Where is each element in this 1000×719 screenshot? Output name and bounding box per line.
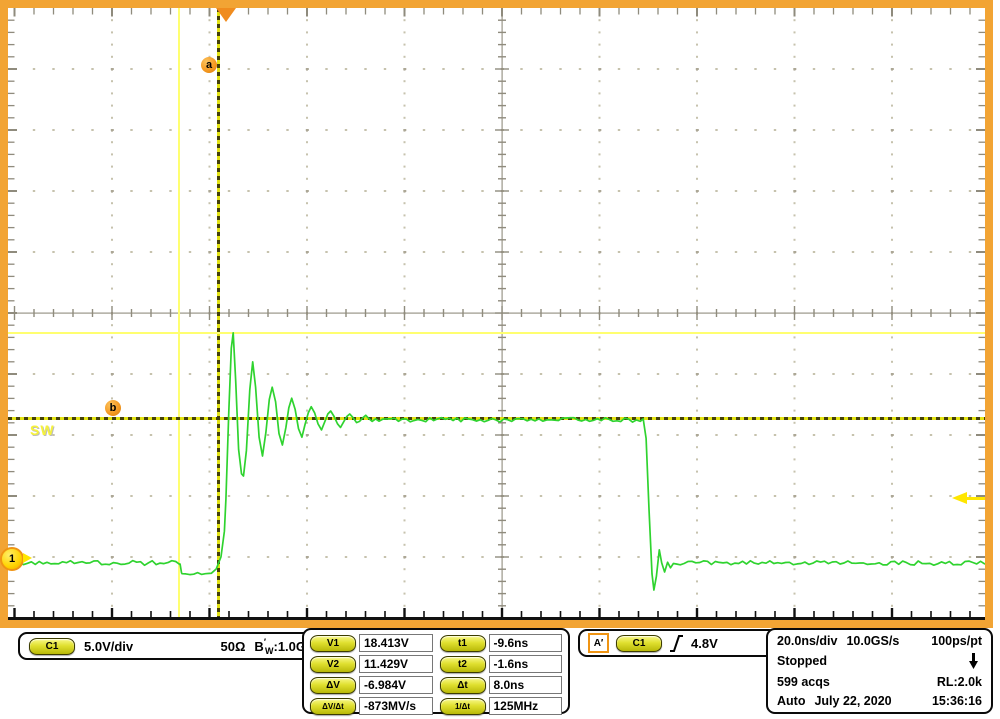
channel-c1-badge[interactable]: C1 xyxy=(29,638,75,655)
t2-badge: t2 xyxy=(440,656,486,673)
sample-rate-label: 10.0GS/s xyxy=(846,634,899,648)
graticule-border-bottom xyxy=(0,620,993,628)
one-over-dt-value: 125MHz xyxy=(489,697,563,715)
graticule-border-top xyxy=(0,0,993,8)
sw-net-label: SW xyxy=(30,422,55,438)
acq-row-status: Stopped xyxy=(777,653,982,669)
oscilloscope-screen: 1 a b SW C1 5.0V/div 50Ω B′W:1.0G V1 18.… xyxy=(0,0,1000,719)
date-label: July 22, 2020 xyxy=(814,694,891,708)
v2-badge: V2 xyxy=(310,656,356,673)
trigger-level-arrow[interactable] xyxy=(952,492,985,504)
graticule-border-left xyxy=(0,0,8,628)
channel-settings-box: C1 5.0V/div 50Ω B′W:1.0G xyxy=(18,632,320,660)
trigger-level-label: 4.8V xyxy=(691,636,718,651)
acq-row-timebase: 20.0ns/div 10.0GS/s 100ps/pt xyxy=(777,634,982,648)
acq-row-datetime: Auto July 22, 2020 15:36:16 xyxy=(777,694,982,708)
rising-edge-icon xyxy=(669,634,684,653)
channel-impedance-label: 50Ω xyxy=(221,639,246,654)
cursor-measurements-box: V1 18.413V t1 -9.6ns V2 11.429V t2 -1.6n… xyxy=(302,628,570,714)
t2-value: -1.6ns xyxy=(489,655,563,673)
waveform-ch1 xyxy=(8,333,985,590)
timebase-label: 20.0ns/div xyxy=(777,634,837,648)
measurement-row-v1: V1 18.413V xyxy=(310,634,433,652)
acquisitions-count-label: 599 acqs xyxy=(777,675,830,689)
channel1-arrow-icon xyxy=(23,553,32,563)
dvdt-badge: ΔV/Δt xyxy=(310,698,356,715)
acquisition-status-label: Stopped xyxy=(777,654,827,668)
measurement-row-dv: ΔV -6.984V xyxy=(310,676,433,694)
left-arrow-icon xyxy=(952,492,967,504)
v2-value: 11.429V xyxy=(359,655,433,673)
trigger-mode-label: Auto xyxy=(777,694,805,708)
t1-value: -9.6ns xyxy=(489,634,563,652)
down-arrow-icon xyxy=(969,653,978,669)
one-over-dt-badge: 1/Δt xyxy=(440,698,486,715)
dvdt-value: -873MV/s xyxy=(359,697,433,715)
annotation-bubble-a: a xyxy=(201,57,217,73)
measurement-row-t1: t1 -9.6ns xyxy=(440,634,563,652)
trigger-source-badge[interactable]: C1 xyxy=(616,635,662,652)
acquisition-box: 20.0ns/div 10.0GS/s 100ps/pt Stopped 599… xyxy=(766,628,993,714)
measurement-row-dt: Δt 8.0ns xyxy=(440,676,563,694)
channel-bandwidth-label: B′W:1.0G xyxy=(254,637,306,656)
graticule-border-right xyxy=(985,0,993,628)
trigger-position-marker[interactable] xyxy=(216,8,236,22)
annotation-bubble-b: b xyxy=(105,400,121,416)
measurement-row-1dt: 1/Δt 125MHz xyxy=(440,697,563,715)
trigger-settings-box: A′ C1 4.8V xyxy=(578,629,778,657)
arrow-tail xyxy=(967,497,985,500)
v1-badge: V1 xyxy=(310,635,356,652)
dv-value: -6.984V xyxy=(359,676,433,694)
record-length-label: RL:2.0k xyxy=(937,675,982,689)
measurement-row-v2: V2 11.429V xyxy=(310,655,433,673)
acq-row-acqs: 599 acqs RL:2.0k xyxy=(777,675,982,689)
channel1-reference-marker[interactable]: 1 xyxy=(0,547,34,569)
measurement-row-t2: t2 -1.6ns xyxy=(440,655,563,673)
waveform-layer xyxy=(0,0,1000,629)
dt-value: 8.0ns xyxy=(489,676,563,694)
resolution-label: 100ps/pt xyxy=(931,634,982,648)
channel-scale-label: 5.0V/div xyxy=(84,639,133,654)
v1-value: 18.413V xyxy=(359,634,433,652)
measurement-row-dvdt: ΔV/Δt -873MV/s xyxy=(310,697,433,715)
trigger-a-badge[interactable]: A′ xyxy=(588,633,609,653)
dv-badge: ΔV xyxy=(310,677,356,694)
t1-badge: t1 xyxy=(440,635,486,652)
dt-badge: Δt xyxy=(440,677,486,694)
channel1-number-badge[interactable]: 1 xyxy=(0,547,24,571)
time-label: 15:36:16 xyxy=(932,694,982,708)
